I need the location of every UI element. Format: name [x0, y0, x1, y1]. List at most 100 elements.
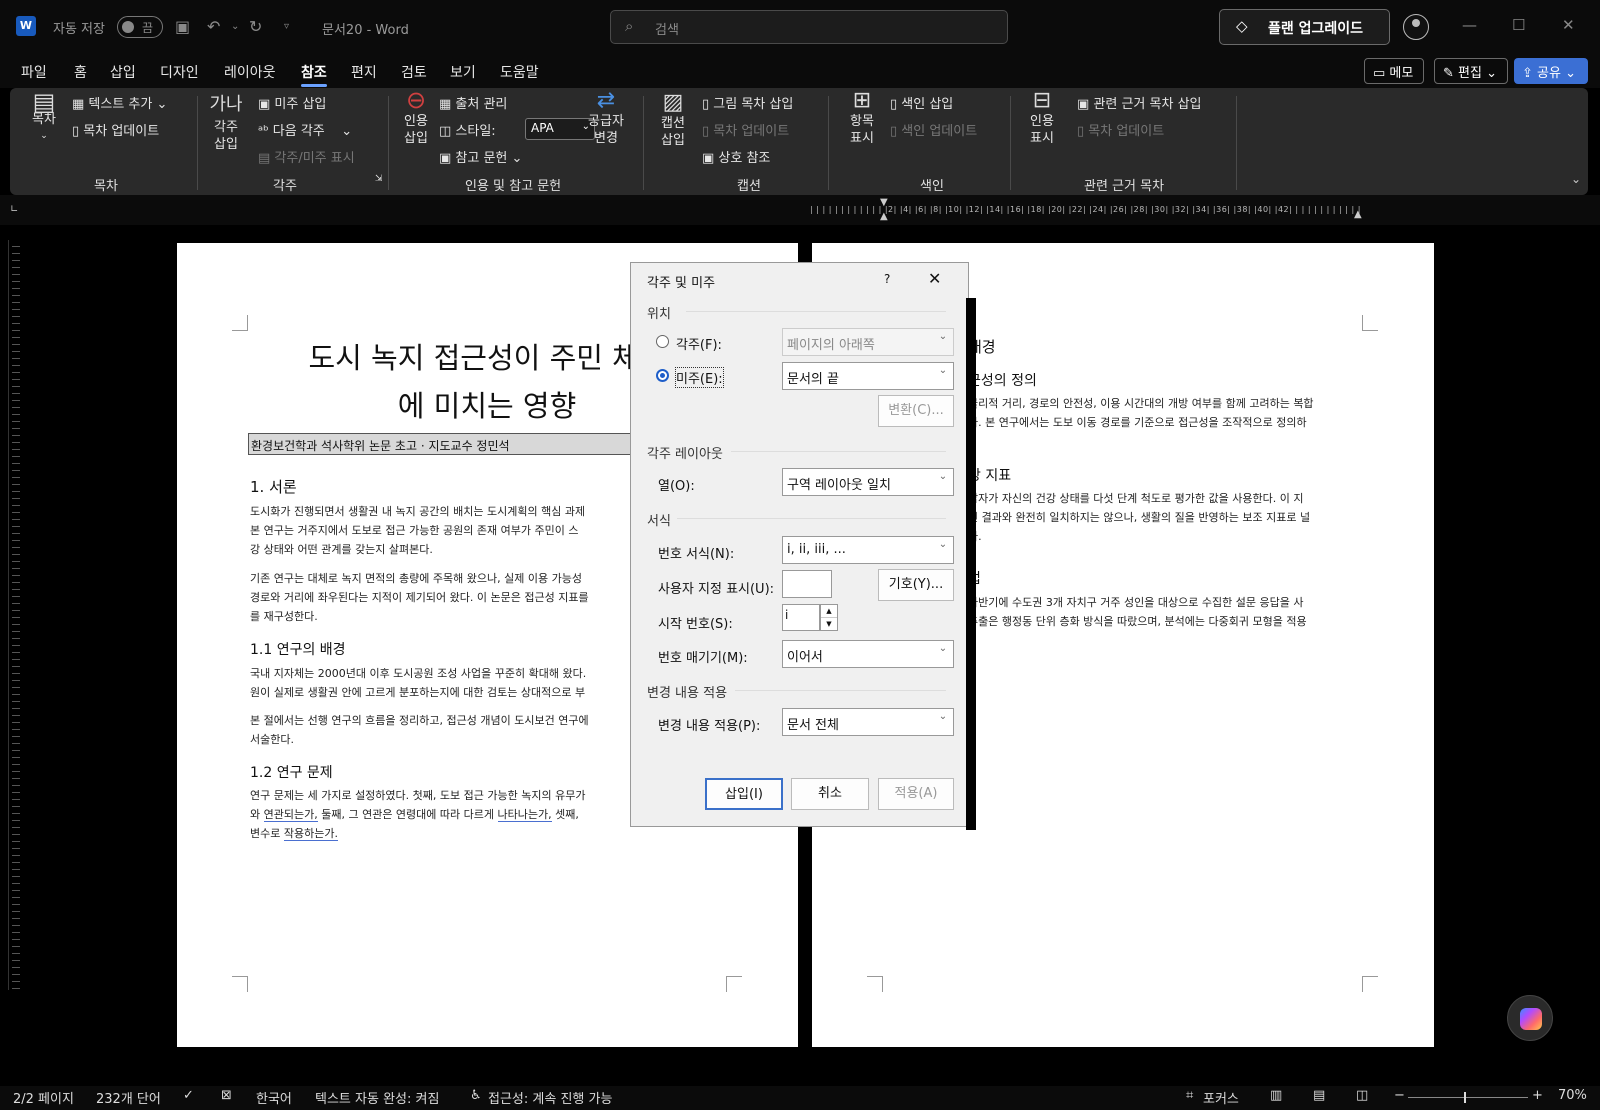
zoom-slider[interactable]	[1408, 1097, 1528, 1098]
tab-file[interactable]: 파일	[21, 62, 47, 82]
insert-endnote-button[interactable]: ▣ 미주 삽입	[258, 93, 326, 112]
text-autocomplete-status[interactable]: 텍스트 자동 완성: 켜짐	[315, 1088, 439, 1107]
switch-provider-button[interactable]: ⇄ 공급자 변경	[586, 90, 626, 147]
help-button[interactable]: ?	[884, 272, 890, 286]
mark-citation-button[interactable]: ⊟ 인용 표시	[1027, 90, 1057, 147]
next-footnote-button[interactable]: ᵃᵇ 다음 각주 ⌄	[258, 120, 352, 139]
number-format-select[interactable]: i, ii, iii, ... ⌄	[782, 536, 954, 564]
cancel-button[interactable]: 취소	[791, 778, 869, 810]
tab-stop-selector-icon[interactable]: ∟	[10, 204, 18, 215]
update-index-button[interactable]: ▯ 색인 업데이트	[890, 120, 977, 139]
convert-button[interactable]: 변환(C)...	[878, 395, 954, 427]
mark-entry-button[interactable]: ⊞ 항목 표시	[847, 90, 877, 147]
endnote-location-select[interactable]: 문서의 끝 ⌄	[782, 362, 954, 390]
footnote-location-select[interactable]: 페이지의 아래쪽 ⌄	[782, 328, 954, 356]
track-changes-icon[interactable]: ⊠	[221, 1088, 232, 1103]
add-text-button[interactable]: ▦ 텍스트 추가 ⌄	[72, 93, 167, 112]
update-index-label: 색인 업데이트	[901, 124, 978, 139]
close-window-icon[interactable]: ✕	[1562, 16, 1575, 34]
show-notes-button[interactable]: ▤ 각주/미주 표시	[258, 147, 355, 166]
focus-mode-button[interactable]: 포커스	[1203, 1088, 1239, 1107]
apply-button[interactable]: 적용(A)	[878, 778, 954, 810]
page-count[interactable]: 2/2 페이지	[13, 1088, 74, 1107]
tab-references[interactable]: 참조	[301, 62, 327, 87]
minimize-icon[interactable]: —	[1462, 16, 1477, 34]
copilot-button[interactable]	[1507, 995, 1553, 1041]
editing-mode-button[interactable]: ✎ 편집 ⌄	[1434, 58, 1508, 84]
cross-reference-button[interactable]: ▣ 상호 참조	[702, 147, 770, 166]
insert-citation-button[interactable]: ⊖ 인용 삽입	[400, 88, 432, 147]
upgrade-plan-label: 플랜 업그레이드	[1268, 21, 1364, 37]
tab-insert[interactable]: 삽입	[110, 62, 136, 82]
zoom-slider-thumb[interactable]	[1464, 1092, 1466, 1103]
columns-select[interactable]: 구역 레이아웃 일치 ⌄	[782, 468, 954, 496]
tab-home[interactable]: 홈	[74, 62, 87, 82]
tab-help[interactable]: 도움말	[500, 62, 539, 82]
insert-index-button[interactable]: ▯ 색인 삽입	[890, 93, 953, 112]
word-count[interactable]: 232개 단어	[96, 1088, 161, 1107]
save-icon[interactable]: ▣	[175, 17, 190, 36]
tab-review[interactable]: 검토	[401, 62, 427, 82]
spinner-up-icon[interactable]: ▲	[821, 605, 837, 618]
citation-style-select[interactable]: APA ⌄	[525, 118, 595, 140]
endnote-radio[interactable]	[656, 369, 669, 382]
zoom-in-icon[interactable]: +	[1532, 1088, 1543, 1103]
tab-layout[interactable]: 레이아웃	[224, 62, 276, 82]
indent-marker-icon[interactable]: ▼	[880, 197, 888, 208]
chevron-down-icon: ⌄	[938, 365, 948, 376]
language-indicator[interactable]: 한국어	[256, 1088, 292, 1107]
toc-button[interactable]: ▤ 목차 ⌄	[30, 88, 58, 145]
redo-icon[interactable]: ↻	[249, 17, 262, 36]
update-toc-button[interactable]: ▯ 목차 업데이트	[72, 120, 159, 139]
undo-icon[interactable]: ↶	[207, 17, 220, 36]
tab-mailings[interactable]: 편지	[351, 62, 377, 82]
manage-sources-button[interactable]: ▦ 출처 관리	[439, 93, 507, 112]
paragraph-background-1: 국내 지자체는 2000년대 이후 도시공원 조성 사업을 꾸준히 확대해 왔다…	[250, 667, 587, 699]
upgrade-plan-button[interactable]: ◇ 플랜 업그레이드	[1219, 9, 1390, 45]
maximize-icon[interactable]: ☐	[1512, 16, 1525, 34]
apply-to-select[interactable]: 문서 전체 ⌄	[782, 708, 954, 736]
insert-table-of-figures-button[interactable]: ▯ 그림 목차 삽입	[702, 93, 793, 112]
start-at-input[interactable]: i	[782, 604, 820, 631]
start-at-spinner[interactable]: ▲ ▼	[820, 604, 838, 631]
update-figures-button[interactable]: ▯ 목차 업데이트	[702, 120, 789, 139]
insert-footnote-button[interactable]: 가나 각주 삽입	[207, 96, 245, 153]
close-icon[interactable]: ✕	[928, 269, 941, 288]
footnote-radio[interactable]	[656, 335, 669, 348]
symbol-button[interactable]: 기호(Y)...	[878, 569, 954, 601]
right-indent-marker-icon[interactable]: ▲	[1354, 209, 1362, 220]
endnote-location-value: 문서의 끝	[787, 372, 839, 387]
memo-button[interactable]: ▭ 메모	[1364, 58, 1424, 84]
undo-dropdown-icon[interactable]: ⌄	[231, 21, 239, 32]
toc-icon: ▤	[32, 88, 56, 116]
zoom-level[interactable]: 70%	[1558, 1088, 1587, 1103]
hanging-indent-marker-icon[interactable]: ▲	[880, 211, 888, 222]
numbering-select[interactable]: 이어서 ⌄	[782, 640, 954, 668]
collapse-ribbon-icon[interactable]: ⌄	[1571, 172, 1581, 186]
autosave-toggle[interactable]: 끔	[117, 16, 163, 38]
update-toa-button[interactable]: ▯ 목차 업데이트	[1077, 120, 1164, 139]
share-button[interactable]: ⇪ 공유 ⌄	[1514, 58, 1588, 84]
footnote-dialog-launcher-icon[interactable]: ⇲	[375, 174, 383, 184]
custom-mark-input[interactable]	[782, 570, 832, 598]
heading-page2-definition: 근성의 정의	[968, 373, 1037, 389]
insert-toa-button[interactable]: ▣ 관련 근거 목차 삽입	[1077, 93, 1202, 112]
style-label-text: 스타일:	[455, 124, 496, 139]
tab-view[interactable]: 보기	[450, 62, 476, 82]
web-layout-icon[interactable]: ◫	[1356, 1088, 1368, 1103]
zoom-out-icon[interactable]: −	[1394, 1088, 1405, 1103]
search-box[interactable]: ⌕ 검색	[610, 10, 1008, 44]
customize-toolbar-icon[interactable]: ▿	[284, 21, 289, 32]
accessibility-status[interactable]: 접근성: 계속 진행 가능	[488, 1088, 612, 1107]
account-avatar[interactable]	[1403, 14, 1429, 40]
insert-button[interactable]: 삽입(I)	[705, 778, 783, 810]
tab-design[interactable]: 디자인	[160, 62, 199, 82]
bibliography-button[interactable]: ▣ 참고 문헌 ⌄	[439, 147, 522, 166]
proofing-icon[interactable]: ✓	[183, 1088, 194, 1103]
spinner-down-icon[interactable]: ▼	[821, 618, 837, 630]
print-layout-icon[interactable]: ▤	[1313, 1088, 1325, 1103]
insert-caption-button[interactable]: ▨ 캡션 삽입	[658, 92, 688, 149]
endnote-label: 미주(E):	[675, 367, 724, 388]
read-mode-icon[interactable]: ▥	[1270, 1088, 1282, 1103]
bibliography-icon: ▣	[439, 151, 456, 166]
